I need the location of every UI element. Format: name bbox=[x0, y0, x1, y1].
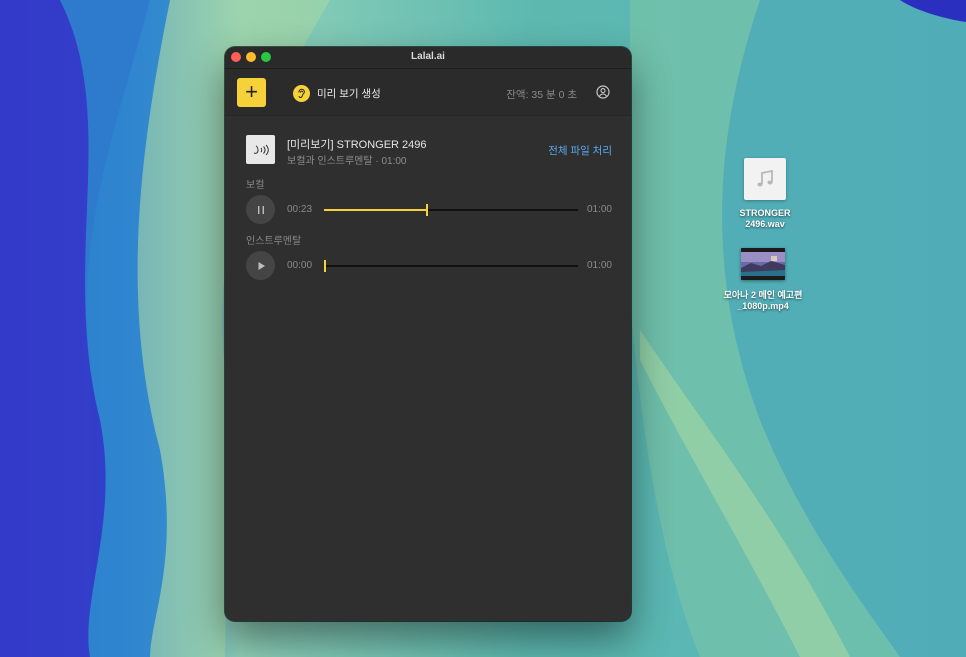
process-full-file-link[interactable]: 전체 파일 처리 bbox=[548, 143, 612, 158]
add-file-button[interactable]: + bbox=[237, 78, 266, 107]
video-thumbnail-image bbox=[741, 248, 785, 280]
ear-icon bbox=[293, 84, 310, 102]
music-note-icon bbox=[744, 158, 786, 200]
file-subtitle: 보컬과 인스트루멘탈 · 01:00 bbox=[287, 156, 407, 167]
desktop-file-mp4[interactable]: 모아나 2 메인 예고편 _1080p.mp4 bbox=[718, 248, 808, 312]
audio-file-thumbnail bbox=[246, 135, 275, 164]
mp4-filename-line2: _1080p.mp4 bbox=[737, 301, 789, 311]
wav-filename-line2: 2496.wav bbox=[745, 219, 785, 229]
track-label-vocals: 보컬 bbox=[246, 180, 265, 191]
track-label-instrumental: 인스트루멘탈 bbox=[246, 236, 302, 247]
generate-preview-button[interactable]: 미리 보기 생성 bbox=[293, 84, 381, 102]
app-toolbar: + 미리 보기 생성 잔액: 35 분 0 초 bbox=[225, 69, 631, 116]
track-instrumental: 00:00 01:00 bbox=[246, 251, 612, 281]
current-time: 00:23 bbox=[287, 204, 313, 215]
balance-text: 잔액: 35 분 0 초 bbox=[506, 89, 577, 101]
duration-time: 01:00 bbox=[586, 260, 612, 271]
slider-handle[interactable] bbox=[425, 204, 428, 216]
voice-wave-icon bbox=[253, 144, 269, 155]
wav-filename-line1: STRONGER bbox=[739, 208, 791, 218]
play-icon bbox=[258, 261, 265, 270]
window-title: Lalal.ai bbox=[411, 51, 445, 62]
desktop-file-wav[interactable]: STRONGER 2496.wav bbox=[730, 158, 800, 230]
pause-button[interactable] bbox=[246, 195, 275, 224]
duration-time: 01:00 bbox=[586, 204, 612, 215]
progress-slider[interactable] bbox=[324, 204, 578, 216]
track-vocals: 00:23 01:00 bbox=[246, 195, 612, 225]
lalal-app-window: Lalal.ai + 미리 보기 생성 잔액: 35 분 0 초 [미리보기] … bbox=[225, 47, 631, 621]
progress-slider[interactable] bbox=[324, 260, 578, 272]
progress-fill bbox=[324, 209, 426, 211]
slider-handle[interactable] bbox=[324, 260, 326, 272]
pause-icon bbox=[257, 205, 264, 214]
account-icon[interactable] bbox=[596, 85, 610, 99]
file-title: [미리보기] STRONGER 2496 bbox=[287, 139, 427, 151]
window-titlebar[interactable]: Lalal.ai bbox=[225, 47, 631, 69]
play-button[interactable] bbox=[246, 251, 275, 280]
file-item: [미리보기] STRONGER 2496 보컬과 인스트루멘탈 · 01:00 … bbox=[246, 135, 612, 167]
mp4-filename-line1: 모아나 2 메인 예고편 bbox=[723, 290, 803, 300]
current-time: 00:00 bbox=[287, 260, 313, 271]
generate-preview-label: 미리 보기 생성 bbox=[317, 87, 381, 100]
